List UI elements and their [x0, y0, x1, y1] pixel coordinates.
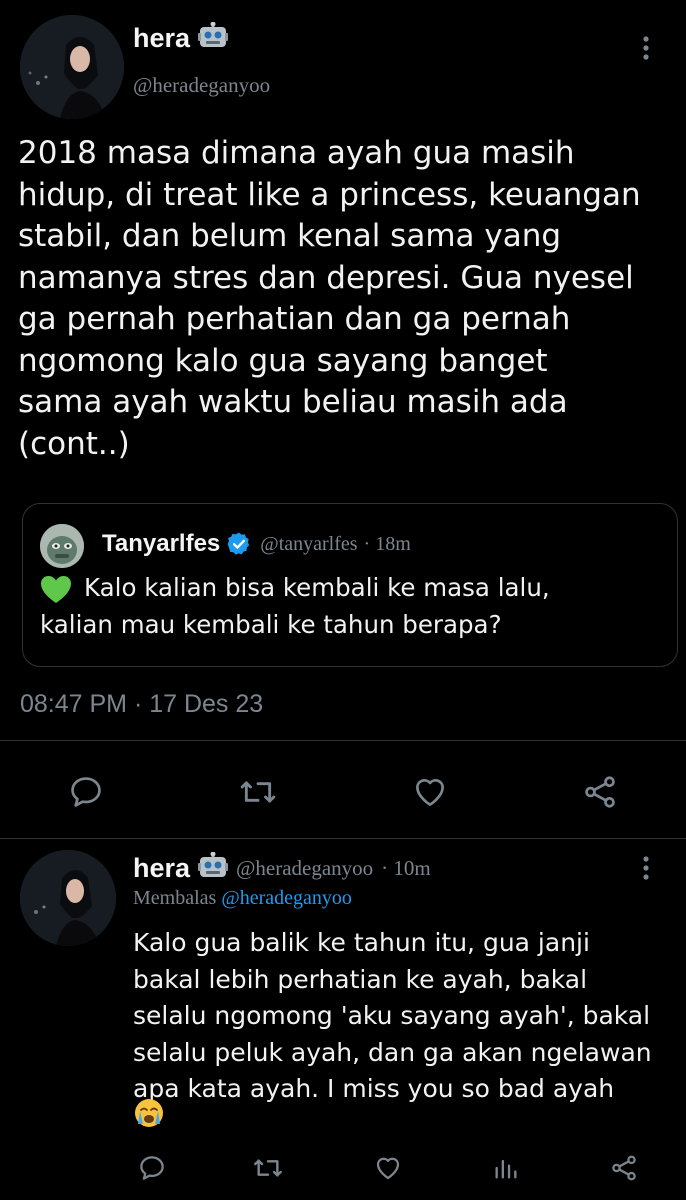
reply-avatar[interactable] — [20, 850, 116, 946]
more-vertical-icon[interactable] — [632, 852, 660, 884]
tweet-text-line: namanya stres dan depresi. Gua nyesel — [18, 259, 634, 296]
reply-icon[interactable] — [134, 1150, 170, 1186]
reply-icon[interactable] — [64, 770, 108, 814]
reply-text-line: apa kata ayah. I miss you so bad ayah — [133, 1074, 615, 1103]
tweet-text-line: stabil, dan belum kenal sama yang — [18, 218, 562, 254]
reply-text-line: Kalo gua balik ke tahun itu, gua janji — [133, 928, 590, 957]
robot-emoji — [198, 21, 229, 55]
display-name[interactable]: hera — [133, 23, 190, 54]
quote-display-name[interactable]: Tanyarlfes — [102, 530, 220, 558]
tweet-text-line: ngomong kalo gua sayang banget — [18, 342, 548, 379]
handle[interactable]: @heradeganyoo — [133, 73, 270, 98]
reply-text-line: selalu ngomong 'aku sayang ayah', bakal — [133, 1001, 651, 1030]
tweet-text-line: sama ayah waktu beliau masih ada — [18, 384, 568, 420]
more-vertical-icon[interactable] — [632, 32, 660, 64]
reply-text-line: selalu peluk ayah, dan ga akan ngelawan — [133, 1037, 652, 1067]
verified-badge-icon — [226, 531, 252, 557]
retweet-icon[interactable] — [236, 770, 280, 814]
reply-text-line: bakal lebih perhatian ke ayah, bakal — [133, 964, 588, 994]
tweet-text-line: (cont..) — [18, 425, 130, 462]
quote-text-line: kalian mau kembali ke tahun berapa? — [40, 610, 502, 639]
avatar[interactable] — [20, 15, 124, 119]
quote-time: · 18m — [363, 532, 411, 555]
reply-text: Kalo gua balik ke tahun itu, gua janji b… — [133, 925, 678, 1108]
reply-time: · 10m — [381, 856, 431, 880]
tweet-text: 2018 masa dimana ayah gua masih hidup, d… — [18, 133, 678, 465]
reply-display-name[interactable]: hera — [133, 853, 190, 884]
tweet-text-line: 2018 masa dimana ayah gua masih — [18, 135, 575, 171]
retweet-icon[interactable] — [250, 1150, 286, 1186]
robot-emoji — [198, 851, 229, 885]
timestamp[interactable]: 08:47 PM · 17 Des 23 — [20, 690, 263, 719]
green-heart-emoji — [40, 575, 74, 607]
views-icon[interactable] — [488, 1150, 524, 1186]
share-icon[interactable] — [578, 770, 622, 814]
like-icon[interactable] — [370, 1150, 406, 1186]
replying-label: Membalas — [133, 887, 217, 909]
reply-handle[interactable]: @heradeganyoo — [236, 856, 373, 881]
share-icon[interactable] — [606, 1150, 642, 1186]
like-icon[interactable] — [408, 770, 452, 814]
replying-to-link[interactable]: @heradeganyoo — [221, 887, 352, 909]
crying-emoji — [134, 1098, 166, 1130]
tweet-text-line: ga pernah perhatian dan ga pernah — [18, 301, 571, 337]
tweet-text-line: hidup, di treat like a princess, keuanga… — [18, 176, 641, 213]
quote-text-line: Kalo kalian bisa kembali ke masa lalu, — [84, 573, 550, 602]
quote-avatar[interactable] — [40, 524, 84, 568]
divider — [0, 740, 686, 741]
divider — [0, 838, 686, 839]
quote-handle[interactable]: @tanyarlfes — [260, 533, 357, 556]
